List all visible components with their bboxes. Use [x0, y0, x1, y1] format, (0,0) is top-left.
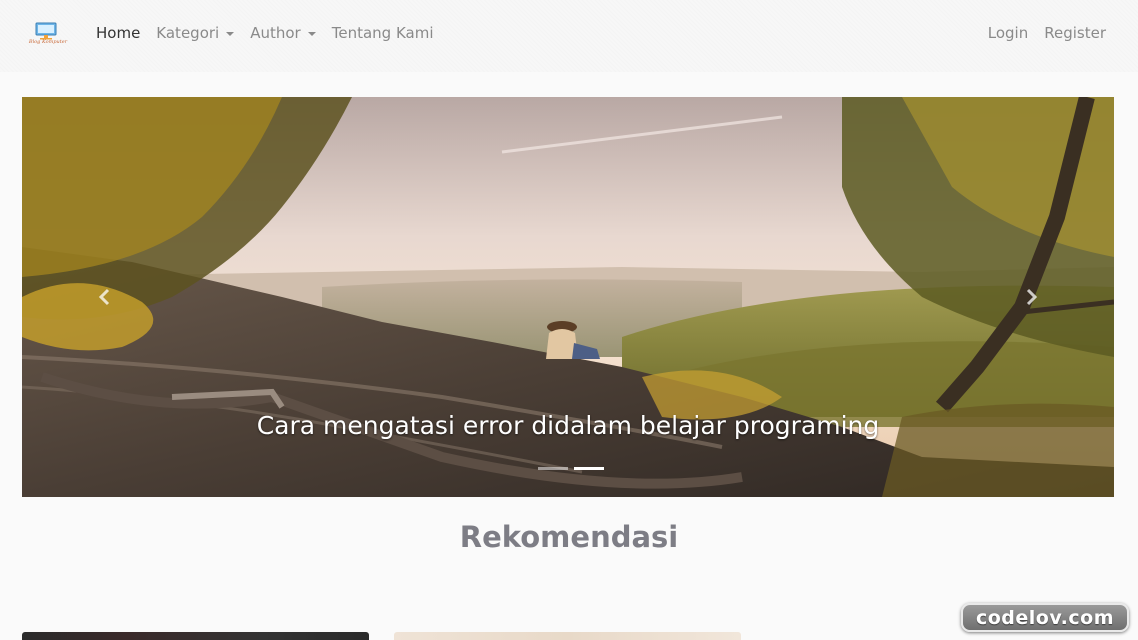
carousel-indicator-1[interactable]	[538, 467, 568, 470]
nav-tentang-kami[interactable]: Tentang Kami	[332, 24, 434, 42]
nav-author-label: Author	[250, 24, 301, 42]
nav-kategori-label: Kategori	[156, 24, 220, 42]
caret-down-icon	[307, 31, 316, 36]
caret-down-icon	[226, 31, 235, 36]
navbar: Blog Komputer Home Kategori Author Tenta…	[0, 0, 1138, 72]
carousel-next-button[interactable]	[1020, 285, 1044, 309]
chevron-left-icon	[98, 288, 110, 306]
section-title-rekomendasi: Rekomendasi	[459, 520, 679, 554]
watermark-text: codelov.com	[975, 606, 1115, 629]
watermark-logo: codelov.com	[961, 603, 1129, 632]
carousel-indicators	[535, 467, 607, 470]
nav-right: Login Register	[972, 24, 1106, 42]
carousel-indicator-2[interactable]	[574, 467, 604, 470]
nav-register[interactable]: Register	[1044, 24, 1106, 42]
carousel-prev-button[interactable]	[92, 285, 116, 309]
brand-logo[interactable]: Blog Komputer	[26, 22, 70, 48]
nav-author-dropdown[interactable]: Author	[250, 24, 316, 42]
nav-left: Home Kategori Author Tentang Kami	[96, 24, 450, 42]
nav-login[interactable]: Login	[988, 24, 1028, 42]
nav-kategori-dropdown[interactable]: Kategori	[156, 24, 235, 42]
nav-home[interactable]: Home	[96, 24, 140, 42]
chevron-right-icon	[1026, 288, 1038, 306]
recommend-card-image[interactable]	[22, 632, 369, 640]
hero-carousel: Cara mengatasi error didalam belajar pro…	[22, 97, 1114, 497]
recommend-card-image[interactable]	[394, 632, 741, 640]
carousel-caption: Cara mengatasi error didalam belajar pro…	[256, 411, 880, 440]
brand-text: Blog Komputer	[28, 39, 68, 45]
